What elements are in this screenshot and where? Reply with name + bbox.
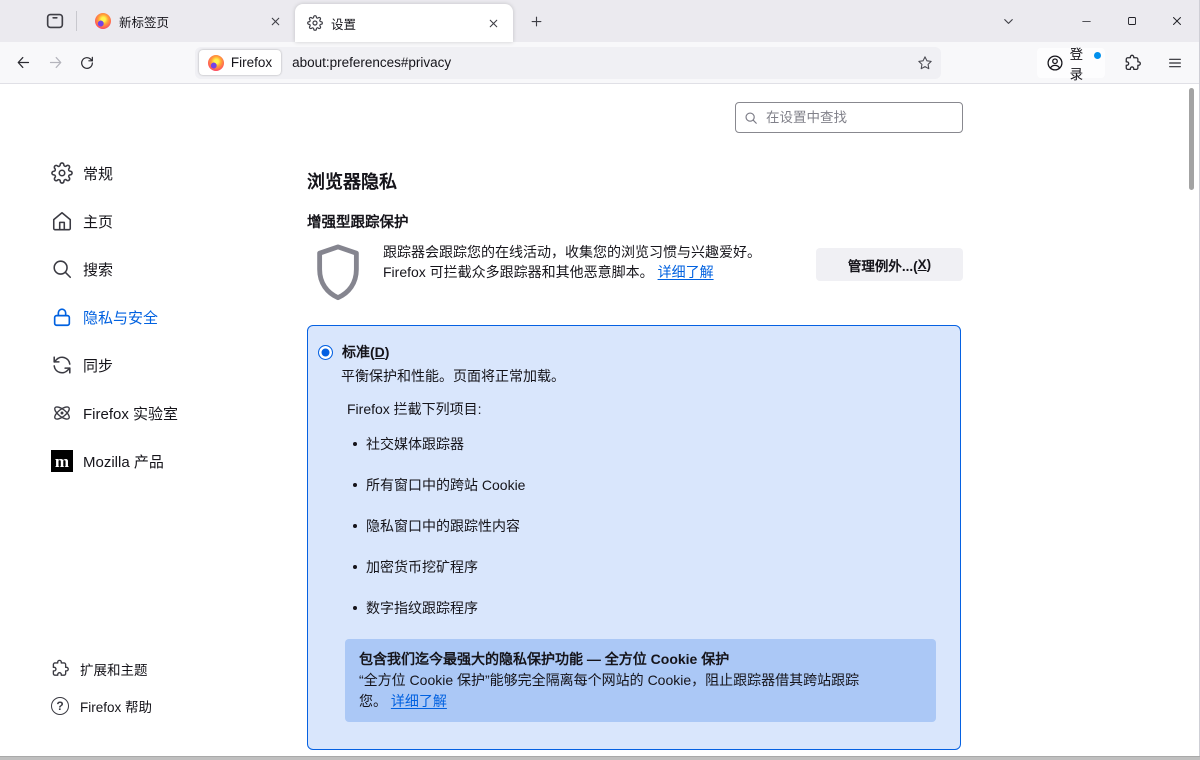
manage-exceptions-button[interactable]: 管理例外...(X) — [816, 248, 963, 281]
titlebar-separator — [76, 11, 77, 31]
etp-standard-card[interactable]: 标准(D) 平衡保护和性能。页面将正常加载。 Firefox 拦截下列项目: 社… — [307, 325, 961, 750]
mozilla-logo-icon: m — [50, 449, 74, 473]
back-arrow-icon — [15, 54, 32, 71]
sidebar-item-firefox-help[interactable]: ? Firefox 帮助 — [50, 687, 290, 724]
puzzle-piece-icon — [50, 659, 70, 679]
close-icon — [1170, 14, 1184, 28]
tab-close-icon[interactable] — [483, 13, 503, 33]
gear-icon — [307, 15, 323, 31]
sidebar-item-home[interactable]: 主页 — [50, 197, 290, 245]
gear-icon — [50, 161, 74, 185]
callout-body: “全方位 Cookie 保护”能够完全隔离每个网站的 Cookie，阻止跟踪器借… — [359, 670, 922, 712]
navigation-toolbar: Firefox about:preferences#privacy 登录 — [0, 42, 1199, 84]
bookmark-star-button[interactable] — [917, 55, 933, 71]
question-mark-icon: ? — [50, 696, 70, 716]
total-cookie-protection-callout: 包含我们迄今最强大的隐私保护功能 — 全方位 Cookie 保护 “全方位 Co… — [345, 639, 936, 722]
scrollbar-thumb[interactable] — [1189, 88, 1194, 190]
maximize-button[interactable] — [1109, 0, 1154, 42]
settings-sidebar: 常规 主页 搜索 隐私与安全 — [50, 149, 290, 485]
callout-title: 包含我们迄今最强大的隐私保护功能 — 全方位 Cookie 保护 — [359, 649, 922, 670]
settings-search[interactable] — [735, 102, 963, 133]
signin-button[interactable]: 登录 — [1037, 48, 1105, 78]
list-all-tabs-button[interactable] — [992, 6, 1024, 36]
reload-icon — [79, 55, 95, 71]
chevron-down-icon — [1001, 14, 1016, 29]
sidebar-item-extensions-themes[interactable]: 扩展和主题 — [50, 650, 290, 687]
hamburger-icon — [1167, 55, 1183, 71]
sidebar-item-mozilla-products[interactable]: m Mozilla 产品 — [50, 437, 290, 485]
tab-label: 设置 — [331, 14, 483, 33]
url-text[interactable]: about:preferences#privacy — [292, 55, 451, 70]
titlebar: 新标签页 设置 — [0, 0, 1199, 42]
star-icon — [917, 55, 933, 71]
back-button[interactable] — [8, 47, 40, 79]
window-bottom-edge — [0, 756, 1200, 760]
close-window-button[interactable] — [1154, 0, 1199, 42]
search-icon — [50, 257, 74, 281]
list-item: 数字指纹跟踪程序 — [353, 598, 944, 618]
sidebar-item-privacy-security[interactable]: 隐私与安全 — [50, 293, 290, 341]
tab-label: 新标签页 — [119, 12, 265, 31]
notification-dot — [1094, 52, 1101, 59]
list-item: 隐私窗口中的跟踪性内容 — [353, 516, 944, 536]
forward-button[interactable] — [40, 47, 72, 79]
signin-label: 登录 — [1070, 43, 1096, 83]
page-title: 浏览器隐私 — [307, 168, 397, 194]
bullet-dot — [353, 524, 357, 528]
address-bar[interactable]: Firefox about:preferences#privacy — [195, 47, 941, 79]
forward-arrow-icon — [47, 54, 64, 71]
list-item: 社交媒体跟踪器 — [353, 434, 944, 454]
sidebar-footer: 扩展和主题 ? Firefox 帮助 — [50, 650, 290, 724]
app-menu-button[interactable] — [1159, 47, 1191, 79]
standard-description: 平衡保护和性能。页面将正常加载。 — [341, 366, 944, 387]
bullet-dot — [353, 565, 357, 569]
firefox-window: 新标签页 设置 — [0, 0, 1200, 760]
puzzle-piece-icon — [1124, 54, 1142, 72]
etp-learn-more-link[interactable]: 详细了解 — [658, 264, 714, 280]
account-icon — [1046, 54, 1064, 72]
blocked-items-list: 社交媒体跟踪器 所有窗口中的跨站 Cookie 隐私窗口中的跟踪性内容 加密货币… — [353, 434, 944, 618]
tab-overview-icon — [44, 10, 66, 32]
plus-icon — [529, 14, 544, 29]
list-item: 加密货币挖矿程序 — [353, 557, 944, 577]
blocked-list-intro: Firefox 拦截下列项目: — [347, 399, 944, 420]
lock-icon — [50, 305, 74, 329]
minimize-button[interactable] — [1064, 0, 1109, 42]
list-item: 所有窗口中的跨站 Cookie — [353, 475, 944, 495]
atom-icon — [50, 401, 74, 425]
standard-radio-label[interactable]: 标准(D) — [342, 342, 389, 362]
tab-close-icon[interactable] — [265, 11, 285, 31]
sidebar-item-sync[interactable]: 同步 — [50, 341, 290, 389]
identity-chip-label: Firefox — [231, 55, 272, 70]
firefox-logo-icon — [208, 55, 224, 71]
maximize-icon — [1126, 15, 1138, 27]
sync-icon — [50, 353, 74, 377]
sidebar-item-firefox-labs[interactable]: Firefox 实验室 — [50, 389, 290, 437]
standard-radio[interactable] — [318, 345, 333, 360]
settings-page: 常规 主页 搜索 隐私与安全 — [0, 84, 1199, 756]
sidebar-item-general[interactable]: 常规 — [50, 149, 290, 197]
standard-option-row: 标准(D) — [318, 342, 944, 362]
bullet-dot — [353, 483, 357, 487]
new-tab-button[interactable] — [521, 6, 551, 36]
settings-search-input[interactable] — [766, 110, 954, 125]
search-icon — [744, 111, 758, 125]
minimize-icon — [1080, 15, 1093, 28]
sidebar-item-search[interactable]: 搜索 — [50, 245, 290, 293]
tab-settings[interactable]: 设置 — [295, 4, 513, 42]
etp-description: 跟踪器会跟踪您的在线活动，收集您的浏览习惯与兴趣爱好。 Firefox 可拦截众… — [383, 242, 813, 282]
bullet-dot — [353, 606, 357, 610]
callout-learn-more-link[interactable]: 详细了解 — [391, 693, 447, 709]
tab-new-tab[interactable]: 新标签页 — [83, 0, 295, 42]
shield-icon — [309, 241, 367, 305]
reload-button[interactable] — [71, 47, 103, 79]
bullet-dot — [353, 442, 357, 446]
identity-chip[interactable]: Firefox — [199, 50, 281, 75]
etp-intro: 跟踪器会跟踪您的在线活动，收集您的浏览习惯与兴趣爱好。 Firefox 可拦截众… — [307, 239, 963, 309]
home-icon — [50, 209, 74, 233]
firefox-favicon — [95, 13, 111, 29]
tab-overview-button[interactable] — [38, 6, 72, 36]
etp-heading: 增强型跟踪保护 — [307, 211, 409, 232]
extensions-button[interactable] — [1117, 47, 1149, 79]
